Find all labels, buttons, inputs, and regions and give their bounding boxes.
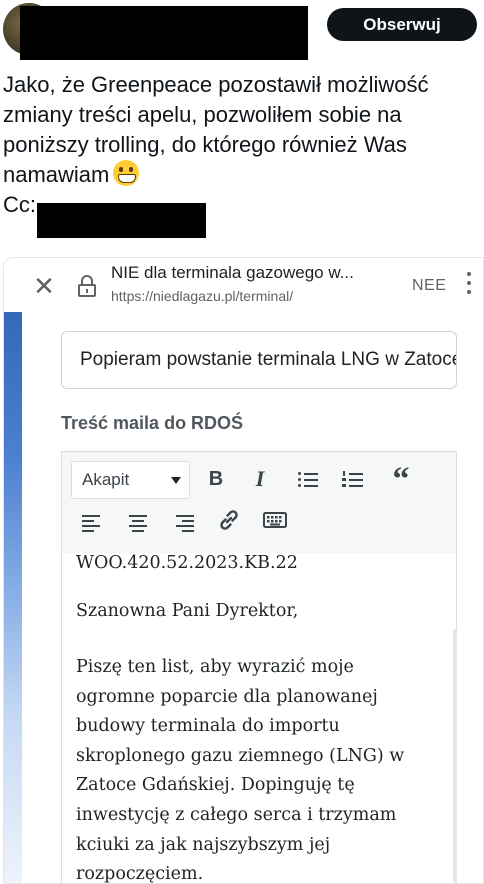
body-line: ogromne poparcie dla planowanej bbox=[76, 686, 378, 707]
tweet-line-text: namawiam bbox=[3, 162, 110, 187]
browser-bar: ✕ NIE dla terminala gazowego w... https:… bbox=[4, 258, 483, 312]
more-options-icon[interactable] bbox=[466, 272, 472, 298]
tweet-line: namawiam bbox=[3, 160, 484, 190]
align-right-icon[interactable] bbox=[168, 507, 198, 537]
blockquote-icon[interactable]: “ bbox=[386, 460, 416, 498]
section-heading: Treść maila do RDOŚ bbox=[61, 413, 244, 433]
bold-icon[interactable]: B bbox=[201, 464, 231, 494]
keyboard-icon[interactable] bbox=[260, 507, 290, 537]
tweet-line: zmiany treści apelu, pozwoliłem sobie na bbox=[3, 102, 402, 127]
body-line: Zatoce Gdańskiej. Dopinguję tę bbox=[76, 775, 355, 796]
chevron-down-icon bbox=[171, 477, 181, 484]
scrollbar[interactable] bbox=[453, 629, 457, 883]
page-url[interactable]: https://niedlagazu.pl/terminal/ bbox=[111, 288, 401, 304]
close-icon[interactable]: ✕ bbox=[30, 272, 58, 300]
body-paragraph: Piszę ten list, aby wyrazić moje ogromne… bbox=[76, 653, 446, 884]
side-decoration bbox=[4, 312, 22, 883]
align-left-icon[interactable] bbox=[78, 507, 108, 537]
bullet-list-icon[interactable] bbox=[294, 464, 324, 494]
italic-icon[interactable]: I bbox=[245, 464, 275, 494]
lock-icon[interactable] bbox=[78, 275, 96, 297]
numbered-list-icon[interactable] bbox=[339, 464, 369, 494]
align-center-icon[interactable] bbox=[123, 507, 153, 537]
tweet-text: Jako, że Greenpeace pozostawił możliwość… bbox=[3, 70, 484, 220]
tweet-line: poniższy trolling, do którego również Wa… bbox=[3, 132, 407, 157]
greeting: Szanowna Pani Dyrektor, bbox=[76, 601, 299, 621]
link-icon[interactable] bbox=[214, 507, 244, 537]
embedded-screenshot: ✕ NIE dla terminala gazowego w... https:… bbox=[3, 257, 484, 884]
format-select[interactable]: Akapit bbox=[71, 461, 190, 499]
page-title: NIE dla terminala gazowego w... bbox=[111, 263, 354, 282]
redacted-username bbox=[20, 6, 308, 60]
tweet-line: Jako, że Greenpeace pozostawił możliwość bbox=[3, 72, 429, 97]
subject-input[interactable]: Popieram powstanie terminala LNG w Zatoc… bbox=[61, 331, 457, 389]
body-line: Piszę ten list, aby wyrazić moje bbox=[76, 657, 354, 677]
redacted-mentions bbox=[37, 203, 206, 238]
editor-toolbar: Akapit B I “ bbox=[61, 451, 457, 553]
grinning-face-emoji-icon bbox=[113, 160, 140, 186]
email-body-editor[interactable]: WOO.420.52.2023.KB.22 Szanowna Pani Dyre… bbox=[61, 553, 457, 884]
body-line: skroplonego gazu ziemnego (LNG) w bbox=[76, 745, 405, 766]
follow-button[interactable]: Obserwuj bbox=[327, 8, 477, 41]
reference-number: WOO.420.52.2023.KB.22 bbox=[76, 553, 298, 573]
body-line: rozpoczęciem. bbox=[76, 864, 204, 884]
body-line: budowy terminala do importu bbox=[76, 716, 340, 737]
body-line: kciuki za jak najszybszym jej bbox=[76, 834, 331, 855]
page-badge: NEE bbox=[412, 277, 447, 294]
body-line: inwestycję z całego serca i trzymam bbox=[76, 804, 397, 825]
format-select-value: Akapit bbox=[82, 470, 130, 489]
